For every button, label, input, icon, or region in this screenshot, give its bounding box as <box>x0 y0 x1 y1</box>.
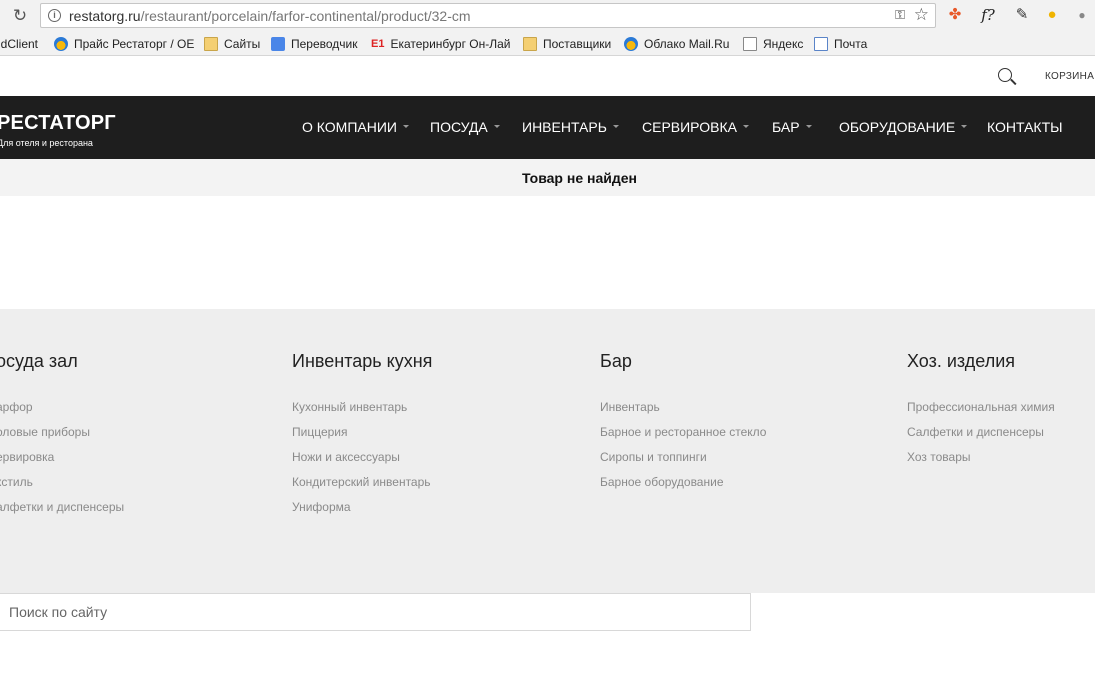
nav-label: БАР <box>772 119 800 135</box>
joomla-extension-icon[interactable]: ✤ <box>945 5 965 25</box>
not-found-notice: Товар не найден <box>0 159 1095 196</box>
footer-link[interactable]: ервировка <box>0 450 124 475</box>
caret-down-icon <box>612 124 619 128</box>
document-icon <box>743 37 757 51</box>
footer-column-title[interactable]: Бар <box>600 351 766 372</box>
reload-icon[interactable]: ↻ <box>10 6 30 26</box>
caret-down-icon <box>493 124 500 128</box>
footer-column-title[interactable]: осуда зал <box>0 351 124 372</box>
notice-text: Товар не найден <box>522 170 637 186</box>
bookmark-item[interactable]: ldClient <box>0 35 38 53</box>
main-navbar: РЕСТАТОРГ Для отеля и ресторана О КОМПАН… <box>0 96 1095 159</box>
footer-link[interactable]: оловые приборы <box>0 425 124 450</box>
bookmark-star-icon[interactable]: ☆ <box>914 5 929 25</box>
footer-link[interactable]: Профессиональная химия <box>907 400 1055 425</box>
bookmark-label: Сайты <box>224 37 261 51</box>
browser-toolbar: ↻ i restatorg.ru/restaurant/porcelain/fa… <box>0 0 1095 32</box>
footer-link[interactable]: Униформа <box>292 500 432 525</box>
footer-link[interactable]: Барное оборудование <box>600 475 766 500</box>
caret-down-icon <box>805 124 812 128</box>
bookmark-folder[interactable]: Поставщики <box>523 35 611 53</box>
bookmark-label: Облако Mail.Ru <box>644 37 730 51</box>
nav-item-tableware[interactable]: ПОСУДА <box>430 119 500 135</box>
footer-column-kitchen: Инвентарь кухня Кухонный инвентарь Пицце… <box>292 351 432 525</box>
footer-column-bar: Бар Инвентарь Барное и ресторанное стекл… <box>600 351 766 500</box>
folder-icon <box>523 37 537 51</box>
url-path: /restaurant/porcelain/farfor-continental… <box>140 8 471 24</box>
bookmark-item[interactable]: Почта <box>814 35 867 53</box>
footer-link[interactable]: Кондитерский инвентарь <box>292 475 432 500</box>
footer-link[interactable]: Кухонный инвентарь <box>292 400 432 425</box>
caret-down-icon <box>402 124 409 128</box>
url-host: restatorg.ru <box>69 8 141 24</box>
footer-link[interactable]: Салфетки и диспенсеры <box>907 425 1055 450</box>
nav-item-contacts[interactable]: КОНТАКТЫ <box>987 119 1063 135</box>
footer-column-title[interactable]: Инвентарь кухня <box>292 351 432 372</box>
bookmark-item[interactable]: Облако Mail.Ru <box>624 35 729 53</box>
caret-down-icon <box>742 124 749 128</box>
translate-icon <box>271 37 285 51</box>
footer-column-tableware: осуда зал арфор оловые приборы ервировка… <box>0 351 124 525</box>
cloud-icon <box>624 37 638 51</box>
nav-label: КОНТАКТЫ <box>987 119 1063 135</box>
search-icon[interactable] <box>998 68 1012 82</box>
bookmark-item[interactable]: Прайс Рестаторг / OE <box>54 35 194 53</box>
nav-item-bar[interactable]: БАР <box>772 119 812 135</box>
bookmark-item[interactable]: Переводчик <box>271 35 358 53</box>
key-icon[interactable]: ⚿ <box>895 7 905 23</box>
site-logo[interactable]: РЕСТАТОРГ <box>0 113 116 133</box>
nav-label: ИНВЕНТАРЬ <box>522 119 607 135</box>
bookmark-label: ldClient <box>0 37 39 51</box>
footer-link[interactable]: кстиль <box>0 475 124 500</box>
footer-column-title[interactable]: Хоз. изделия <box>907 351 1055 372</box>
url-text[interactable]: restatorg.ru/restaurant/porcelain/farfor… <box>69 8 471 24</box>
mail-icon <box>814 37 828 51</box>
site-search-input[interactable] <box>0 594 750 630</box>
nav-label: ПОСУДА <box>430 119 488 135</box>
footer-link[interactable]: Ножи и аксессуары <box>292 450 432 475</box>
bookmark-folder[interactable]: Сайты <box>204 35 260 53</box>
caret-down-icon <box>961 124 968 128</box>
footer-link[interactable]: Инвентарь <box>600 400 766 425</box>
bookmark-label: Екатеринбург Он-Лай <box>390 37 511 51</box>
cloud-icon <box>54 37 68 51</box>
e1-icon: E1 <box>371 38 385 50</box>
footer-link[interactable]: Хоз товары <box>907 450 1055 475</box>
cart-link[interactable]: КОРЗИНА <box>1045 71 1094 82</box>
footer-column-household: Хоз. изделия Профессиональная химия Салф… <box>907 351 1055 475</box>
footer-catalog: осуда зал арфор оловые приборы ервировка… <box>0 309 1095 593</box>
nav-item-equipment[interactable]: ОБОРУДОВАНИЕ <box>839 119 968 135</box>
nav-label: О КОМПАНИИ <box>302 119 397 135</box>
folder-icon <box>204 37 218 51</box>
footer-link[interactable]: алфетки и диспенсеры <box>0 500 124 525</box>
nav-item-inventory[interactable]: ИНВЕНТАРЬ <box>522 119 619 135</box>
nav-item-serving[interactable]: СЕРВИРОВКА <box>642 119 749 135</box>
site-search-box <box>0 593 751 631</box>
logo-tagline: Для отеля и ресторана <box>0 138 93 148</box>
bookmark-label: Поставщики <box>543 37 612 51</box>
nav-label: СЕРВИРОВКА <box>642 119 737 135</box>
bookmark-label: Почта <box>834 37 868 51</box>
bookmarks-bar: ldClient Прайс Рестаторг / OE Сайты Пере… <box>0 32 1095 56</box>
bookmark-label: Прайс Рестаторг / OE <box>74 37 195 51</box>
font-extension-icon[interactable]: f? <box>978 5 998 25</box>
footer-link[interactable]: арфор <box>0 400 124 425</box>
extension-menu-icon[interactable]: ● <box>1072 5 1092 25</box>
footer-link[interactable]: Барное и ресторанное стекло <box>600 425 766 450</box>
footer-link[interactable]: Пиццерия <box>292 425 432 450</box>
lightbulb-extension-icon[interactable]: ● <box>1042 5 1062 25</box>
bookmark-label: Переводчик <box>291 37 358 51</box>
bookmark-label: Яндекс <box>763 37 804 51</box>
site-topbar: КОРЗИНА <box>0 57 1095 96</box>
address-bar[interactable]: i restatorg.ru/restaurant/porcelain/farf… <box>40 3 936 28</box>
eyedropper-extension-icon[interactable]: ✎ <box>1012 5 1032 25</box>
bookmark-item[interactable]: E1 Екатеринбург Он-Лай <box>371 35 511 53</box>
bookmark-item[interactable]: Яндекс <box>743 35 803 53</box>
nav-label: ОБОРУДОВАНИЕ <box>839 119 956 135</box>
nav-item-company[interactable]: О КОМПАНИИ <box>302 119 409 135</box>
footer-link[interactable]: Сиропы и топпинги <box>600 450 766 475</box>
site-info-icon[interactable]: i <box>48 9 61 22</box>
